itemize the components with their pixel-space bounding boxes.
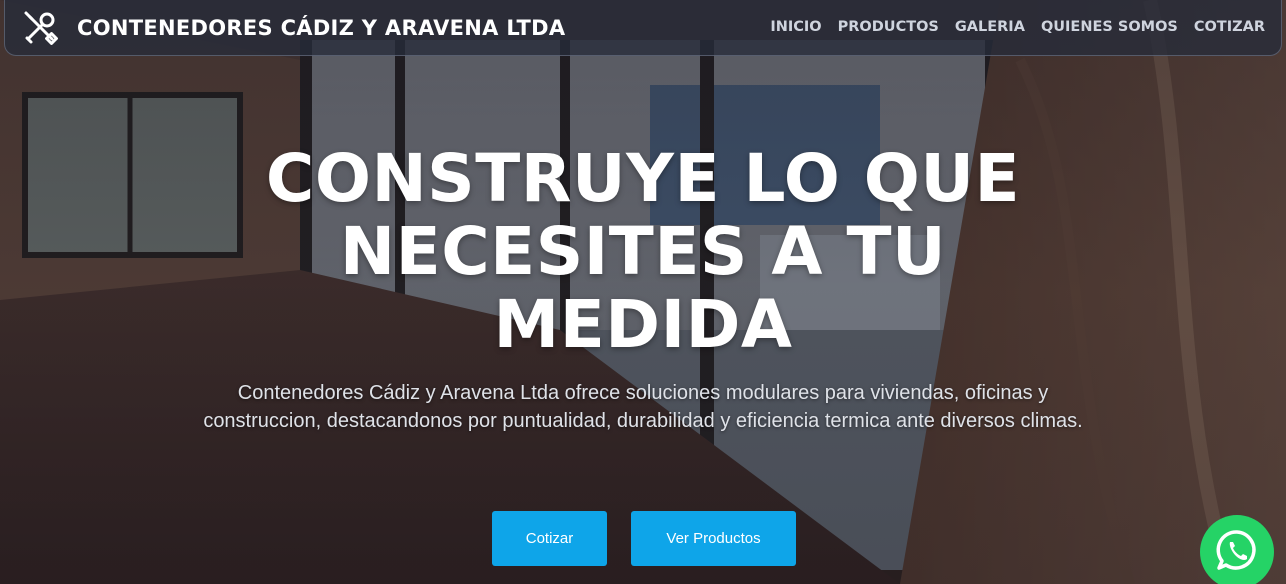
cotizar-button[interactable]: Cotizar <box>492 511 607 566</box>
whatsapp-button[interactable] <box>1200 515 1274 584</box>
brand-name: CONTENEDORES CÁDIZ Y ARAVENA LTDA <box>77 15 566 40</box>
navbar: CONTENEDORES CÁDIZ Y ARAVENA LTDA INICIO… <box>4 0 1282 56</box>
nav-links: INICIO PRODUCTOS GALERIA QUIENES SOMOS C… <box>770 0 1265 54</box>
hero-headline: CONSTRUYE LO QUE NECESITES A TU MEDIDA <box>265 140 1021 363</box>
nav-link-productos[interactable]: PRODUCTOS <box>838 19 939 35</box>
hero-subtitle: Contenedores Cádiz y Aravena Ltda ofrece… <box>203 382 1083 432</box>
whatsapp-icon <box>1213 526 1261 579</box>
tools-icon <box>21 8 61 48</box>
hero-section: CONTENEDORES CÁDIZ Y ARAVENA LTDA INICIO… <box>0 0 1286 584</box>
nav-link-quienes-somos[interactable]: QUIENES SOMOS <box>1041 19 1178 35</box>
nav-link-inicio[interactable]: INICIO <box>770 19 821 35</box>
brand[interactable]: CONTENEDORES CÁDIZ Y ARAVENA LTDA <box>21 8 565 48</box>
nav-link-cotizar[interactable]: COTIZAR <box>1194 19 1265 35</box>
nav-link-galeria[interactable]: GALERIA <box>955 19 1025 35</box>
ver-productos-button[interactable]: Ver Productos <box>631 511 796 566</box>
